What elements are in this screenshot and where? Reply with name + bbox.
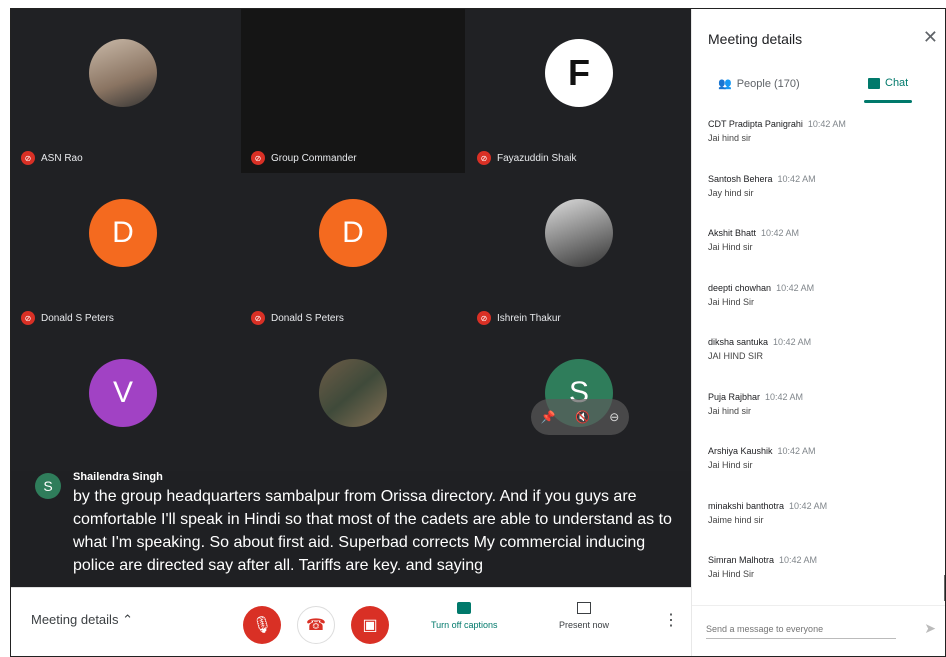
- participant-tile[interactable]: F ⊘ Fayazuddin Shaik: [467, 9, 691, 173]
- mic-off-icon: ⊘: [21, 311, 35, 325]
- participant-name: Fayazuddin Shaik: [497, 152, 577, 164]
- people-icon: 👥: [718, 78, 732, 90]
- chat-message-list: CDT Pradipta Panigrahi 10:42 AM Jai hind s…: [708, 119, 934, 610]
- tab-chat[interactable]: Chat: [868, 77, 908, 89]
- chat-message: Simran Malhotra 10:42 AM Jai Hind Sir: [708, 555, 818, 579]
- captions-icon: [457, 602, 472, 614]
- mic-off-icon: ⊘: [251, 151, 265, 165]
- tile-hover-controls[interactable]: 📌 🔇 ⊖: [531, 399, 629, 435]
- video-grid: ⊘ ASN Rao ⊘ Group Commander F ⊘ Fayazuddin …: [11, 9, 691, 587]
- send-icon[interactable]: ➤: [924, 620, 936, 637]
- avatar: [545, 199, 613, 267]
- participant-tile[interactable]: [241, 329, 465, 493]
- participant-tile[interactable]: ⊘ Group Commander: [241, 9, 465, 173]
- chat-compose: ➤: [692, 605, 945, 656]
- end-call-button[interactable]: ☎: [297, 606, 335, 644]
- chat-icon: [868, 77, 880, 89]
- avatar: [319, 359, 387, 427]
- mic-off-icon: ⊘: [477, 311, 491, 325]
- phone-hangup-icon: ☎: [306, 617, 326, 634]
- speaker-name: Shailendra Singh: [73, 471, 163, 483]
- avatar: F: [545, 39, 613, 107]
- avatar: D: [89, 199, 157, 267]
- meeting-details-panel: Meeting details ✕ 👥 People (170) Chat CDT…: [691, 9, 945, 656]
- chat-message: diksha santuka 10:42 AM JAI HIND SIR: [708, 337, 812, 361]
- present-icon: [577, 602, 592, 614]
- present-now-button[interactable]: Present now: [559, 602, 609, 630]
- panel-tabs: 👥 People (170) Chat: [692, 73, 945, 103]
- chat-message: Santosh Behera 10:42 AM Jay hind sir: [708, 173, 816, 198]
- chevron-up-icon: ⌃: [122, 612, 133, 627]
- participant-tile[interactable]: ⊘ ASN Rao: [11, 9, 235, 173]
- avatar: D: [319, 199, 387, 267]
- participant-tile[interactable]: ⊘ Ishrein Thakur: [467, 169, 691, 333]
- participant-name: Donald S Peters: [271, 312, 344, 324]
- meet-window: ⊘ ASN Rao ⊘ Group Commander F ⊘ Fayazuddin …: [10, 8, 946, 657]
- chat-message: minakshi banthotra 10:42 AM Jaime hind sir: [708, 500, 828, 525]
- participant-name: Ishrein Thakur: [497, 312, 561, 324]
- chat-message: Puja Rajbhar 10:42 AM Jai hind sir: [708, 391, 804, 416]
- meeting-details-button[interactable]: Meeting details ⌃: [31, 612, 133, 628]
- mic-off-icon: 🎙: [251, 617, 273, 634]
- participant-tile[interactable]: V: [11, 329, 235, 493]
- mute-icon[interactable]: 🔇: [575, 410, 590, 424]
- chat-message-input[interactable]: [706, 620, 896, 639]
- participant-tile[interactable]: D ⊘ Donald S Peters: [11, 169, 235, 333]
- mic-off-icon: ⊘: [21, 151, 35, 165]
- chat-message: Arshiya Kaushik 10:42 AM Jai Hind sir: [708, 446, 816, 470]
- more-options-icon[interactable]: ⋮: [663, 610, 679, 630]
- mic-off-icon: ⊘: [251, 311, 265, 325]
- avatar: V: [89, 359, 157, 427]
- chat-message: deepti chowhan 10:42 AM Jai Hind Sir: [708, 282, 815, 307]
- pin-icon[interactable]: 📌: [541, 410, 556, 424]
- remove-icon[interactable]: ⊖: [609, 410, 619, 424]
- bottom-control-bar: Meeting details ⌃ 🎙 ☎ ▣ Turn off caption…: [11, 587, 691, 656]
- participant-name: Group Commander: [271, 152, 357, 164]
- participant-name: Donald S Peters: [41, 312, 114, 324]
- tab-people[interactable]: 👥 People (170): [718, 77, 800, 91]
- captions-button[interactable]: Turn off captions: [431, 602, 498, 630]
- camera-off-icon: ▣: [362, 617, 378, 634]
- mic-off-icon: ⊘: [477, 151, 491, 165]
- chat-message: Akshit Bhatt 10:42 AM Jai Hind sir: [708, 228, 800, 252]
- chat-message: CDT Pradipta Panigrahi 10:42 AM Jai hind s…: [708, 119, 846, 143]
- panel-title: Meeting details: [708, 31, 803, 47]
- participant-name: ASN Rao: [41, 152, 83, 164]
- camera-toggle-button[interactable]: ▣: [351, 606, 389, 644]
- active-tab-indicator: [864, 100, 912, 103]
- close-icon[interactable]: ✕: [923, 27, 938, 48]
- avatar: [89, 39, 157, 107]
- participant-tile[interactable]: D ⊘ Donald S Peters: [241, 169, 465, 333]
- speaker-avatar: S: [35, 473, 61, 499]
- captions-overlay: S Shailendra Singh by the group headquar…: [11, 471, 691, 587]
- mic-toggle-button[interactable]: 🎙: [243, 606, 281, 644]
- caption-text: by the group headquarters sambalpur from…: [73, 488, 672, 574]
